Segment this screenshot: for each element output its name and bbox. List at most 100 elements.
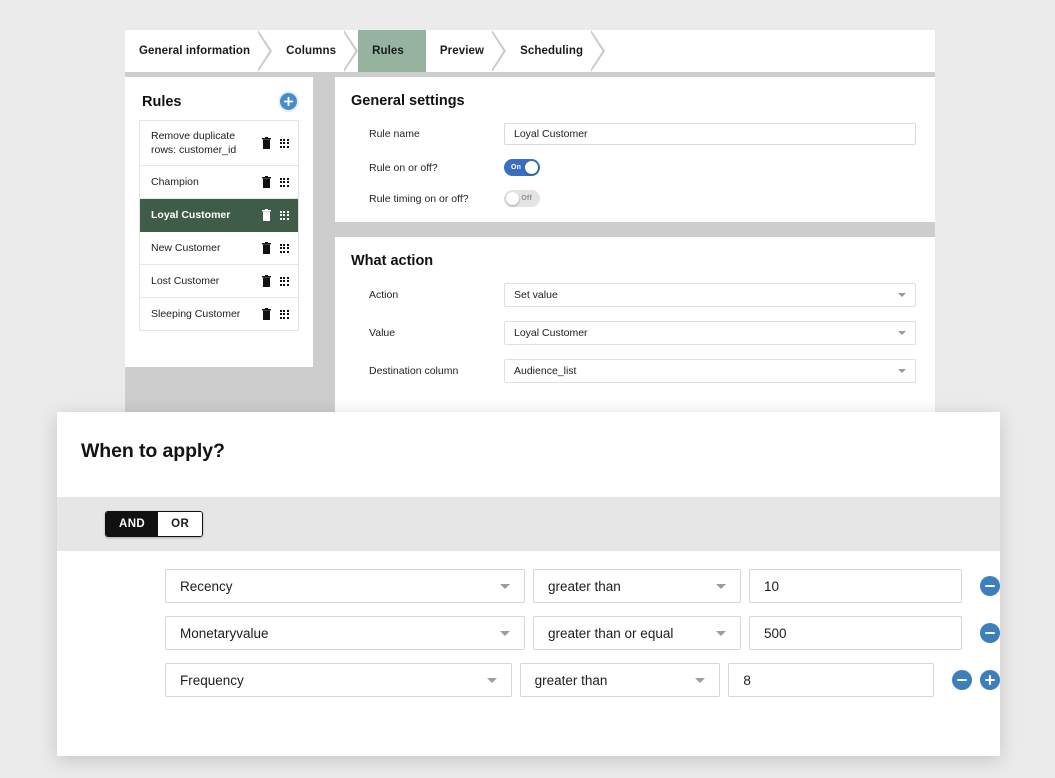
trash-icon[interactable]: [261, 176, 271, 189]
rules-sidebar-title: Rules: [142, 93, 182, 110]
rule-name-label: Rule name: [369, 128, 420, 140]
condition-field-value: Frequency: [180, 672, 244, 688]
remove-condition-button[interactable]: [980, 576, 1000, 596]
rule-list-item-loyal-customer[interactable]: Loyal Customer: [140, 199, 298, 233]
add-rule-button[interactable]: [280, 93, 297, 110]
rule-item-label: Loyal Customer: [151, 209, 231, 222]
destination-column-row: Destination column Audience_list: [335, 359, 935, 383]
rule-item-actions: [261, 137, 289, 150]
tab-label: Preview: [439, 45, 485, 57]
rule-timing-on-off-toggle[interactable]: Off: [504, 190, 540, 207]
rules-sidebar: Rules Remove duplicate rows: customer_id…: [125, 77, 313, 367]
tab-rules[interactable]: Rules: [358, 30, 426, 72]
value-row: Value Loyal Customer: [335, 321, 935, 345]
rule-on-off-label: Rule on or off?: [369, 161, 438, 174]
trash-icon[interactable]: [261, 137, 271, 150]
condition-operator-select[interactable]: greater than: [519, 663, 721, 697]
trash-icon[interactable]: [261, 308, 271, 321]
condition-value-input[interactable]: 500: [749, 616, 962, 650]
trash-icon[interactable]: [261, 275, 271, 288]
rules-list: Remove duplicate rows: customer_id Champ…: [139, 120, 299, 332]
toggle-knob: [506, 192, 519, 205]
condition-field-value: Monetaryvalue: [180, 625, 269, 641]
minus-icon: [956, 678, 967, 682]
add-condition-button[interactable]: [979, 670, 1000, 690]
rule-on-off-toggle[interactable]: On: [504, 159, 540, 176]
chevron-down-icon: [486, 677, 497, 683]
plus-icon: [284, 97, 293, 106]
condition-row-actions: [980, 576, 1000, 596]
tab-general-information[interactable]: General information: [125, 30, 273, 72]
what-action-title: What action: [351, 253, 434, 269]
chevron-down-icon: [898, 331, 906, 335]
condition-value-input[interactable]: 8: [728, 663, 934, 697]
drag-handle-icon[interactable]: [279, 138, 289, 148]
remove-condition-button[interactable]: [980, 623, 1000, 643]
condition-value-input[interactable]: 10: [749, 569, 962, 603]
condition-field-select[interactable]: Monetaryvalue: [165, 616, 525, 650]
condition-row: Frequency greater than 8: [57, 663, 1000, 697]
drag-handle-icon[interactable]: [279, 177, 289, 187]
rule-item-label: Remove duplicate rows: customer_id: [151, 130, 237, 157]
value-select[interactable]: Loyal Customer: [504, 321, 916, 345]
tab-chevron-icon: [591, 30, 606, 72]
chevron-down-icon: [898, 293, 906, 297]
rule-item-actions: [261, 308, 289, 321]
destination-column-select[interactable]: Audience_list: [504, 359, 916, 383]
rule-name-row: Rule name Loyal Customer: [335, 123, 935, 145]
value-select-value: Loyal Customer: [514, 327, 588, 339]
chevron-down-icon: [695, 677, 706, 683]
condition-field-select[interactable]: Recency: [165, 569, 525, 603]
condition-field-select[interactable]: Frequency: [165, 663, 512, 697]
condition-row-actions: [980, 623, 1000, 643]
rule-on-off-row: Rule on or off? On: [335, 159, 935, 176]
condition-operator-select[interactable]: greater than: [533, 569, 741, 603]
rule-item-label: Lost Customer: [151, 275, 220, 288]
logic-option-and[interactable]: AND: [106, 512, 159, 536]
rule-item-actions: [261, 209, 289, 222]
condition-operator-value: greater than or equal: [548, 625, 674, 641]
chevron-down-icon: [898, 369, 906, 373]
trash-icon[interactable]: [261, 242, 271, 255]
tab-chevron-icon: [492, 30, 507, 72]
logic-option-or[interactable]: OR: [158, 512, 203, 536]
action-label: Action: [369, 289, 399, 301]
drag-handle-icon[interactable]: [279, 309, 289, 319]
rule-item-label: Sleeping Customer: [151, 308, 241, 321]
rule-list-item-remove-duplicate-rows[interactable]: Remove duplicate rows: customer_id: [140, 121, 298, 167]
drag-handle-icon[interactable]: [279, 276, 289, 286]
condition-field-value: Recency: [180, 578, 233, 594]
rule-name-input[interactable]: Loyal Customer: [504, 123, 916, 145]
tab-chevron-icon: [411, 30, 427, 72]
action-select-value: Set value: [514, 289, 558, 301]
tab-preview[interactable]: Preview: [425, 30, 507, 72]
logic-operator-band: AND OR: [57, 497, 1000, 551]
rule-timing-state-label: Off: [521, 195, 532, 202]
remove-condition-button[interactable]: [951, 670, 972, 690]
tab-scheduling[interactable]: Scheduling: [506, 30, 606, 72]
rule-list-item-champion[interactable]: Champion: [140, 166, 298, 200]
trash-icon[interactable]: [261, 209, 271, 222]
rule-list-item-sleeping-customer[interactable]: Sleeping Customer: [140, 298, 298, 330]
rule-on-off-state-label: On: [511, 164, 522, 171]
chevron-down-icon: [716, 583, 726, 589]
tab-label: Scheduling: [520, 45, 584, 57]
drag-handle-icon[interactable]: [279, 243, 289, 253]
condition-row-actions: [951, 670, 1000, 690]
rule-list-item-new-customer[interactable]: New Customer: [140, 232, 298, 266]
chevron-down-icon: [716, 630, 726, 636]
rule-item-actions: [261, 275, 289, 288]
rule-timing-on-off-label: Rule timing on or off?: [369, 192, 469, 205]
tab-label: Columns: [286, 45, 337, 57]
logic-operator-toggle: AND OR: [105, 511, 204, 537]
tab-label: General information: [139, 45, 251, 57]
action-select[interactable]: Set value: [504, 283, 916, 307]
tab-columns[interactable]: Columns: [272, 30, 359, 72]
condition-operator-value: greater than: [548, 578, 621, 594]
destination-column-select-value: Audience_list: [514, 365, 577, 377]
drag-handle-icon[interactable]: [279, 210, 289, 220]
wizard-tab-strip: General information Columns Rules Previe…: [125, 30, 935, 72]
rule-list-item-lost-customer[interactable]: Lost Customer: [140, 265, 298, 299]
general-settings-panel: General settings Rule name Loyal Custome…: [335, 77, 935, 222]
condition-operator-select[interactable]: greater than or equal: [533, 616, 741, 650]
